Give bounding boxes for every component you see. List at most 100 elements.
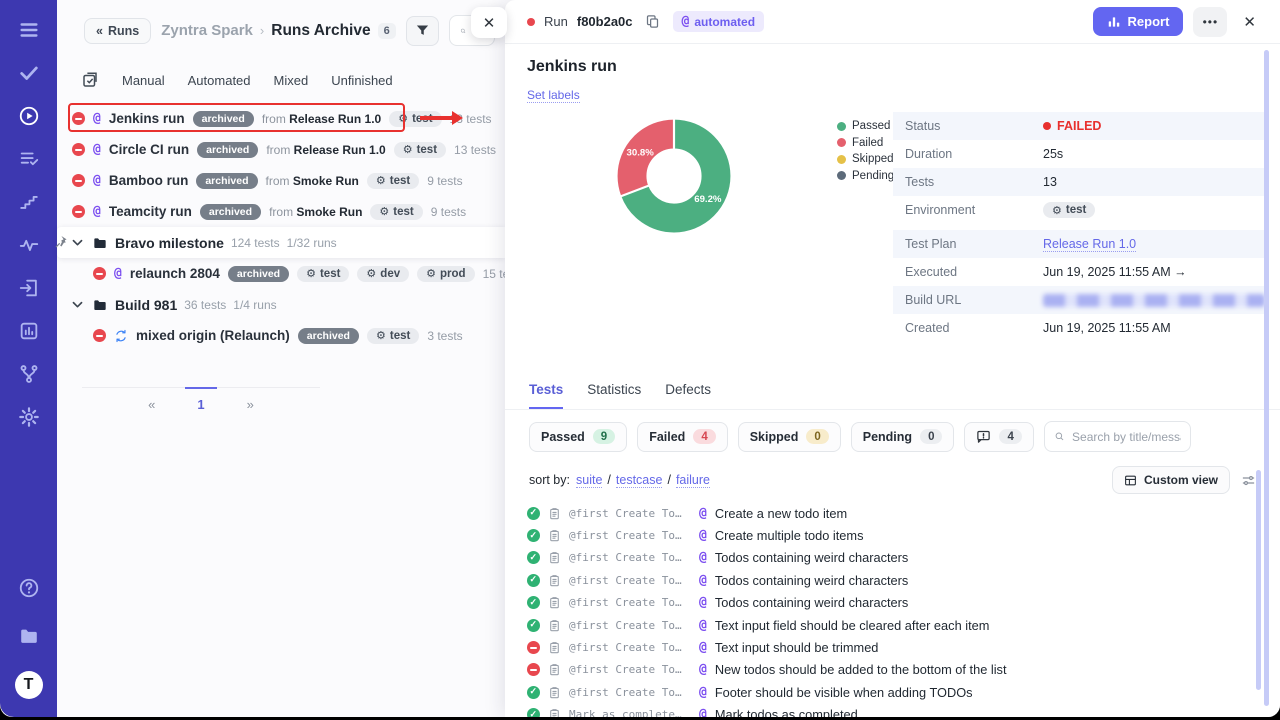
env-badge-prod[interactable]: ⚙prod <box>417 266 474 282</box>
passed-status-icon <box>527 708 540 717</box>
run-row-mixed-origin-relaunch-[interactable]: mixed origin (Relaunch)archived⚙test3 te… <box>57 320 505 351</box>
filter-chip-comments[interactable]: 4 <box>964 422 1033 452</box>
back-to-runs-button[interactable]: « Runs <box>84 18 151 44</box>
test-row[interactable]: @first Create To…@Footer should be visib… <box>505 681 1280 703</box>
test-row[interactable]: @first Create To…@New todos should be ad… <box>505 659 1280 681</box>
breadcrumb-project[interactable]: Zyntra Spark <box>161 22 253 39</box>
test-row[interactable]: @first Create To…@Text input should be t… <box>505 636 1280 658</box>
origin-tab-mixed[interactable]: Mixed <box>274 73 309 88</box>
sidebar-help-icon[interactable] <box>16 575 42 601</box>
clipboard-icon <box>548 619 561 632</box>
tests-count: 3 tests <box>427 329 462 343</box>
sidebar-projects-folder-icon[interactable] <box>16 623 42 649</box>
failed-status-icon <box>72 143 85 156</box>
report-button[interactable]: Report <box>1093 7 1184 36</box>
automated-icon: @ <box>699 506 707 521</box>
env-badge-test[interactable]: ⚙test <box>394 142 446 158</box>
run-row-bamboo-run[interactable]: @Bamboo runarchivedfrom Smoke Run⚙test9 … <box>57 165 505 196</box>
pagination: « 1 » <box>82 387 320 412</box>
env-badge-test[interactable]: ⚙test <box>297 266 349 282</box>
pagination-next[interactable]: » <box>247 388 254 412</box>
failed-status-icon <box>72 174 85 187</box>
sidebar-import-icon[interactable] <box>16 275 42 301</box>
origin-tab-manual[interactable]: Manual <box>122 73 165 88</box>
sidebar-steps-icon[interactable] <box>16 189 42 215</box>
breadcrumb-separator: › <box>260 23 264 38</box>
folder-row-bravo-milestone[interactable]: Bravo milestone124 tests1/32 runs <box>57 227 505 258</box>
sidebar-pulse-icon[interactable] <box>16 232 42 258</box>
run-row-jenkins-run[interactable]: @Jenkins runarchivedfrom Release Run 1.0… <box>57 103 505 134</box>
tab-defects[interactable]: Defects <box>665 382 711 409</box>
chevron-down-icon[interactable] <box>70 235 85 250</box>
test-search[interactable] <box>1044 421 1191 452</box>
sliders-icon[interactable] <box>1241 473 1256 488</box>
sidebar-runs-list-icon[interactable] <box>16 146 42 172</box>
sort-by-suite[interactable]: suite <box>576 473 602 488</box>
status-value: FAILED <box>1043 119 1101 133</box>
sidebar-play-circle-icon[interactable] <box>16 103 42 129</box>
panel-scrollbar[interactable] <box>1264 50 1269 706</box>
tab-tests[interactable]: Tests <box>529 382 563 409</box>
filter-chip-pending[interactable]: Pending0 <box>851 422 955 452</box>
filter-chip-failed[interactable]: Failed4 <box>637 422 728 452</box>
sidebar-menu-icon[interactable] <box>16 17 42 43</box>
test-row[interactable]: @first Create To…@Text input field shoul… <box>505 614 1280 636</box>
env-badge-test[interactable]: ⚙test <box>389 111 441 127</box>
filter-chip-passed[interactable]: Passed9 <box>529 422 627 452</box>
runs-count-badge: 6 <box>378 23 396 39</box>
env-badge-test[interactable]: ⚙test <box>1043 202 1095 218</box>
sort-by-failure[interactable]: failure <box>676 473 710 488</box>
test-list-scrollbar[interactable] <box>1256 470 1261 690</box>
detail-close-button[interactable]: ✕ <box>1237 9 1262 35</box>
more-options-button[interactable]: ••• <box>1193 7 1227 37</box>
custom-view-button[interactable]: Custom view <box>1112 466 1230 494</box>
origin-tab-automated[interactable]: Automated <box>188 73 251 88</box>
archived-badge: archived <box>196 173 257 189</box>
sort-by-testcase[interactable]: testcase <box>616 473 663 488</box>
automated-badge[interactable]: @ automated <box>673 11 765 32</box>
env-badge-test[interactable]: ⚙test <box>367 173 419 189</box>
test-list: @first Create To…@Create a new todo item… <box>505 502 1280 717</box>
clipboard-icon <box>548 663 561 676</box>
pagination-prev[interactable]: « <box>148 388 155 412</box>
run-row-circle-ci-run[interactable]: @Circle CI runarchivedfrom Release Run 1… <box>57 134 505 165</box>
filter-chip-skipped[interactable]: Skipped0 <box>738 422 841 452</box>
run-title: Jenkins run <box>527 58 1280 76</box>
test-row[interactable]: Mark as complete…@Mark todos as complete… <box>505 704 1280 717</box>
run-row-relaunch-2804[interactable]: @relaunch 2804archived⚙test⚙dev⚙prod15 t… <box>57 258 505 289</box>
tab-statistics[interactable]: Statistics <box>587 382 641 409</box>
sidebar-gear-icon[interactable] <box>16 404 42 430</box>
chevron-down-icon[interactable] <box>70 297 85 312</box>
test-plan-link[interactable]: Release Run 1.0 <box>1043 237 1136 252</box>
gear-icon: ⚙ <box>376 175 386 186</box>
pagination-page-1[interactable]: 1 <box>185 387 216 413</box>
test-row[interactable]: @first Create To…@Todos containing weird… <box>505 592 1280 614</box>
env-badge-test[interactable]: ⚙test <box>367 328 419 344</box>
env-badge-dev[interactable]: ⚙dev <box>357 266 409 282</box>
test-search-input[interactable] <box>1072 430 1181 444</box>
automated-icon: @ <box>699 618 707 633</box>
sidebar-analytics-icon[interactable] <box>16 318 42 344</box>
select-all-icon[interactable] <box>81 71 99 89</box>
test-row[interactable]: @first Create To…@Create multiple todo i… <box>505 524 1280 546</box>
set-labels-link[interactable]: Set labels <box>527 88 580 103</box>
env-badge-test[interactable]: ⚙test <box>370 204 422 220</box>
sidebar-branch-icon[interactable] <box>16 361 42 387</box>
run-row-teamcity-run[interactable]: @Teamcity runarchivedfrom Smoke Run⚙test… <box>57 196 505 227</box>
info-value: Jun 19, 2025 11:55 AM <box>1043 321 1171 335</box>
funnel-icon <box>415 23 430 38</box>
app-logo[interactable]: T <box>15 671 43 699</box>
test-row[interactable]: @first Create To…@Todos containing weird… <box>505 547 1280 569</box>
copy-icon[interactable] <box>645 14 660 29</box>
folder-icon <box>92 297 108 313</box>
folder-row-build-981[interactable]: Build 98136 tests1/4 runs <box>57 289 505 320</box>
test-row[interactable]: @first Create To…@Create a new todo item <box>505 502 1280 524</box>
sidebar-check-icon[interactable] <box>16 60 42 86</box>
filter-button[interactable] <box>406 16 439 46</box>
sort-links: suite/testcase/failure <box>576 473 710 488</box>
origin-tab-unfinished[interactable]: Unfinished <box>331 73 392 88</box>
panel-close-button[interactable]: ✕ <box>471 7 507 38</box>
folder-runs-meta: 1/4 runs <box>233 298 276 312</box>
passed-status-icon <box>527 686 540 699</box>
test-row[interactable]: @first Create To…@Todos containing weird… <box>505 569 1280 591</box>
